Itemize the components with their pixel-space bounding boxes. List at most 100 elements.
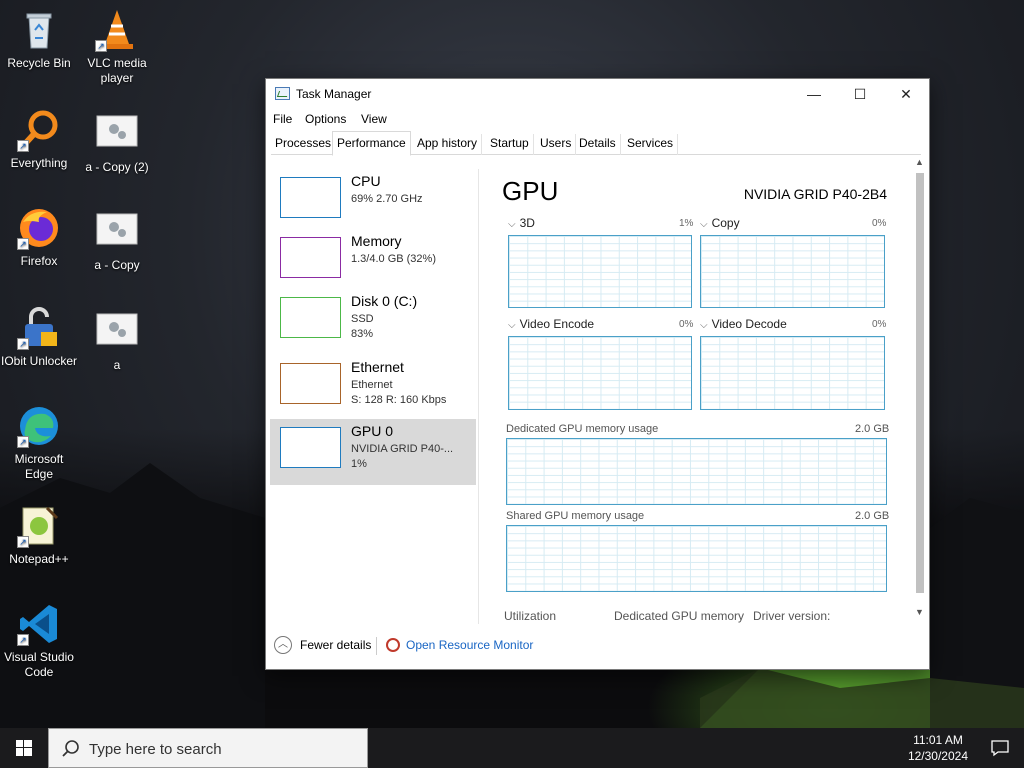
gpu-mini-graph [280, 427, 341, 468]
scroll-thumb[interactable] [916, 173, 924, 593]
resource-item-disk[interactable]: Disk 0 (C:) SSD 83% [270, 289, 476, 355]
vlc-icon: ↗ [95, 8, 139, 52]
recycle-bin-icon [17, 8, 61, 52]
shortcut-arrow-icon: ↗ [17, 536, 29, 548]
desktop-icon-label: Notepad++ [9, 552, 69, 566]
iobit-unlocker-icon: ↗ [17, 306, 61, 350]
cpu-mini-graph [280, 177, 341, 218]
open-resource-monitor-link[interactable]: Open Resource Monitor [406, 638, 533, 652]
notepad-plus-plus-icon: ↗ [17, 504, 61, 548]
graph-copy [700, 235, 885, 308]
desktop-icon-label: Recycle Bin [7, 56, 71, 70]
dedicated-memory-graph [506, 438, 887, 505]
engine-label: Video Decode [711, 317, 787, 331]
close-button[interactable]: ✕ [883, 79, 929, 109]
engine-selector-video-decode[interactable]: ⌵ Video Decode [700, 317, 787, 331]
shortcut-arrow-icon: ↗ [17, 436, 29, 448]
menu-bar: File Options View [266, 109, 929, 131]
resource-item-cpu[interactable]: CPU 69% 2.70 GHz [270, 169, 476, 235]
taskbar-search-box[interactable]: Type here to search [48, 728, 368, 768]
search-icon [61, 739, 81, 759]
desktop-icon-firefox[interactable]: ↗ Firefox [0, 206, 78, 269]
notification-icon[interactable] [990, 739, 1010, 757]
desktop-icon-label: IObit Unlocker [0, 354, 78, 368]
desktop-icon-label: Microsoft Edge [14, 452, 64, 481]
resource-name: Ethernet [351, 359, 404, 375]
engine-percent: 0% [679, 319, 694, 330]
taskbar: Type here to search 11:01 AM 12/30/2024 [0, 728, 1024, 768]
tab-bar: Processes Performance App history Startu… [271, 131, 921, 156]
desktop-icon-a-copy[interactable]: a - Copy [78, 210, 156, 273]
maximize-button[interactable]: ☐ [837, 79, 883, 109]
menu-options[interactable]: Options [305, 112, 346, 126]
graph-video-encode [508, 336, 692, 410]
desktop-icon-label: a - Copy [94, 258, 140, 272]
menu-file[interactable]: File [273, 112, 292, 126]
gpu-heading: GPU [502, 176, 559, 206]
tab-startup[interactable]: Startup [486, 134, 534, 155]
tab-details[interactable]: Details [575, 134, 621, 155]
firefox-icon: ↗ [17, 206, 61, 250]
desktop-icon-a[interactable]: a [78, 310, 156, 373]
pane-splitter[interactable] [478, 169, 479, 624]
chevron-up-icon[interactable]: ︿ [274, 636, 292, 654]
engine-selector-copy[interactable]: ⌵ Copy [700, 216, 740, 230]
gpu-model-name: NVIDIA GRID P40-2B4 [743, 186, 887, 202]
system-clock[interactable]: 11:01 AM 12/30/2024 [908, 732, 968, 764]
resource-detail: NVIDIA GRID P40-... [351, 443, 454, 455]
engine-selector-video-encode[interactable]: ⌵ Video Encode [508, 317, 594, 331]
resource-detail-2: 1% [351, 458, 367, 470]
desktop-icon-edge[interactable]: ↗ Microsoft Edge [0, 404, 78, 482]
generic-file-icon [95, 210, 139, 254]
tab-services[interactable]: Services [623, 134, 679, 155]
resource-detail: Ethernet [351, 379, 393, 391]
shared-memory-graph [506, 525, 887, 592]
tab-processes[interactable]: Processes [271, 134, 337, 155]
window-title: Task Manager [296, 87, 372, 101]
edge-icon: ↗ [17, 404, 61, 448]
tab-performance[interactable]: Performance [332, 131, 411, 156]
minimize-button[interactable]: — [791, 79, 837, 109]
engine-selector-3d[interactable]: ⌵ 3D [508, 216, 535, 230]
vertical-scrollbar[interactable]: ▲ ▼ [913, 157, 927, 623]
footer-divider [376, 637, 377, 655]
resource-name: Disk 0 (C:) [351, 293, 418, 309]
scroll-up-icon[interactable]: ▲ [915, 157, 924, 167]
shortcut-arrow-icon: ↗ [17, 238, 29, 250]
start-button[interactable] [0, 728, 48, 768]
desktop-icon-label: a - Copy (2) [85, 160, 149, 174]
engine-percent: 0% [872, 319, 887, 330]
resource-detail-2: S: 128 R: 160 Kbps [351, 394, 447, 406]
desktop-icon-everything[interactable]: ↗ Everything [0, 108, 78, 171]
desktop-icon-vlc[interactable]: ↗ VLC media player [78, 8, 156, 86]
engine-label: Video Encode [519, 317, 595, 331]
graph-video-decode [700, 336, 885, 410]
desktop-icon-label: Everything [10, 156, 68, 170]
engine-percent: 1% [679, 218, 694, 229]
resource-item-ethernet[interactable]: Ethernet Ethernet S: 128 R: 160 Kbps [270, 355, 476, 421]
shared-memory-max: 2.0 GB [855, 510, 890, 522]
tab-app-history[interactable]: App history [413, 134, 483, 155]
desktop-icon-recycle-bin[interactable]: Recycle Bin [0, 8, 78, 71]
dedicated-memory-label: Dedicated GPU memory usage [506, 423, 659, 435]
resource-item-memory[interactable]: Memory 1.3/4.0 GB (32%) [270, 229, 476, 295]
tab-users[interactable]: Users [536, 134, 577, 155]
memory-mini-graph [280, 237, 341, 278]
engine-label: Copy [711, 216, 740, 230]
menu-view[interactable]: View [361, 112, 387, 126]
title-bar[interactable]: Task Manager — ☐ ✕ [266, 79, 929, 109]
generic-file-icon [95, 112, 139, 156]
shortcut-arrow-icon: ↗ [17, 140, 29, 152]
resource-detail: SSD [351, 313, 374, 325]
scroll-down-icon[interactable]: ▼ [915, 607, 924, 617]
everything-search-icon: ↗ [17, 108, 61, 152]
stat-utilization-label: Utilization [504, 609, 557, 623]
desktop-icon-vscode[interactable]: ↗ Visual Studio Code [0, 602, 78, 680]
dedicated-memory-max: 2.0 GB [855, 423, 890, 435]
resource-item-gpu[interactable]: GPU 0 NVIDIA GRID P40-... 1% [270, 419, 476, 485]
desktop-icon-a-copy-2[interactable]: a - Copy (2) [78, 112, 156, 175]
resource-name: GPU 0 [351, 423, 394, 439]
desktop-icon-notepad-plus-plus[interactable]: ↗ Notepad++ [0, 504, 78, 567]
fewer-details-button[interactable]: Fewer details [300, 638, 371, 652]
desktop-icon-iobit-unlocker[interactable]: ↗ IObit Unlocker [0, 306, 78, 369]
